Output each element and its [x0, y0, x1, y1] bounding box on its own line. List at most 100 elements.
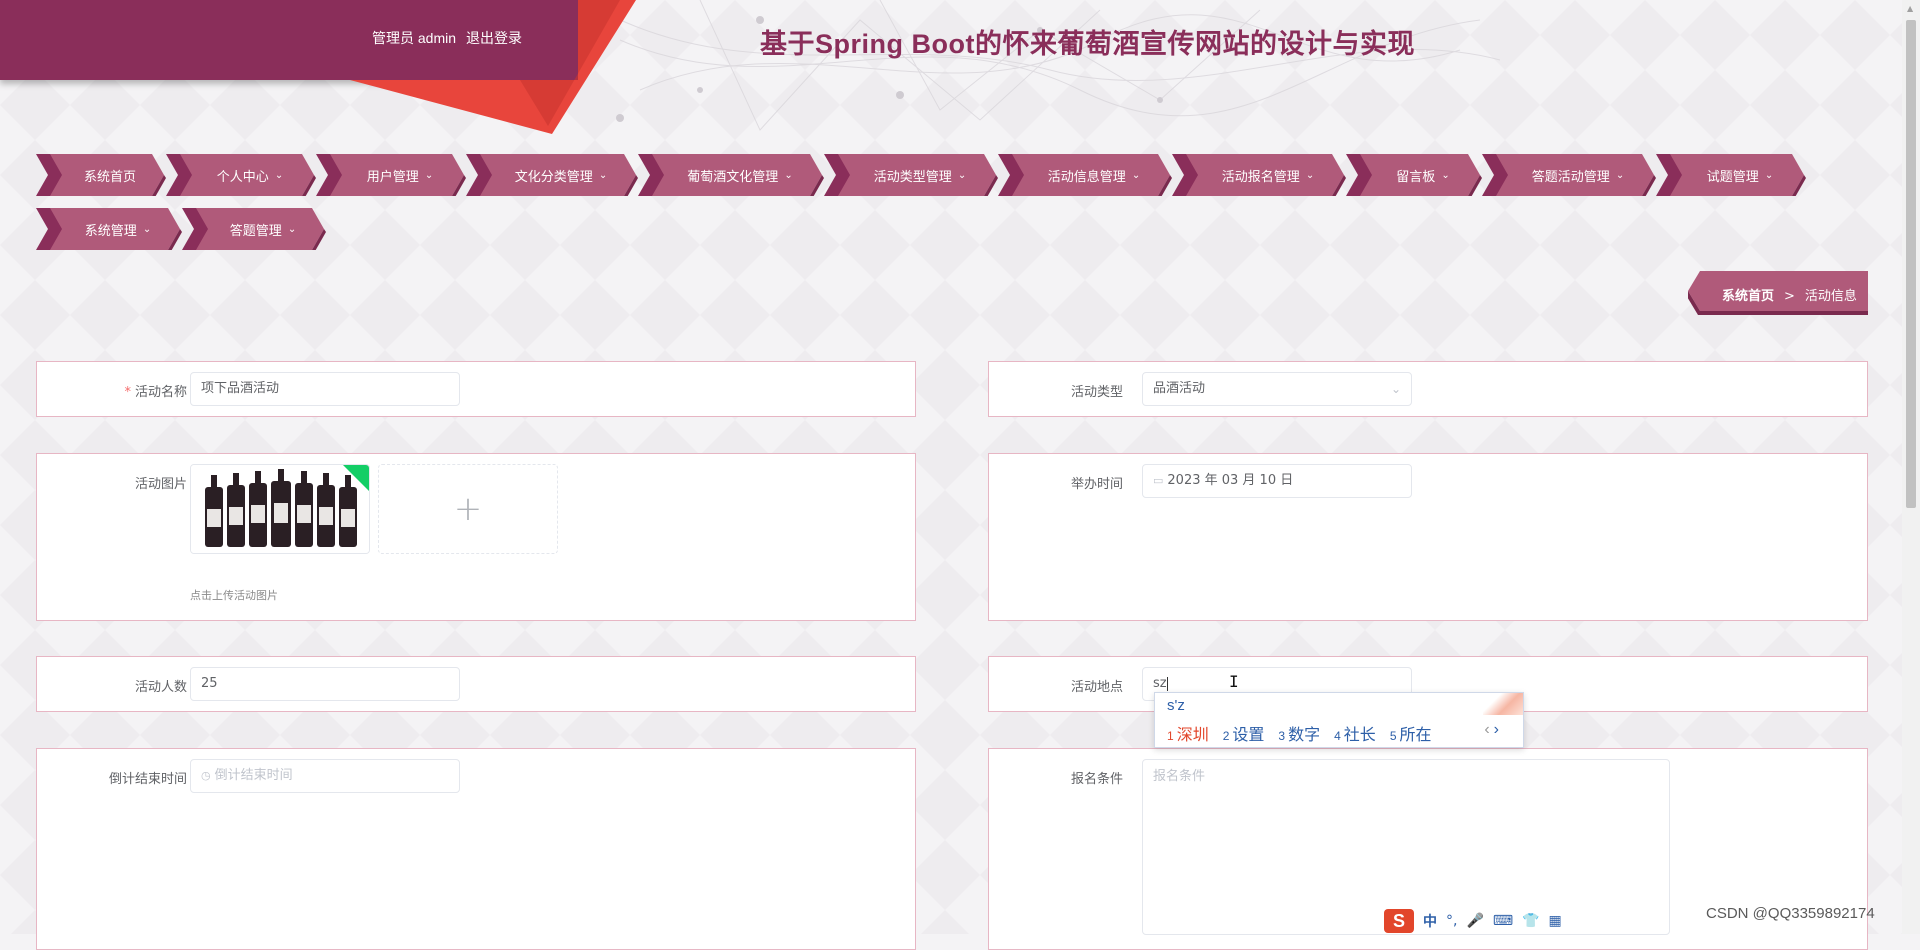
chevron-down-icon: ⌄ — [957, 169, 967, 181]
activity-image-label: 活动图片 — [134, 477, 187, 492]
nav-item-label: 系统首页 — [83, 169, 136, 185]
nav-item-quiz[interactable]: 答题管理 ⌄ — [182, 208, 326, 250]
signup-conditions-placeholder: 报名条件 — [1153, 769, 1206, 784]
uploaded-image-thumbnail[interactable] — [190, 464, 370, 554]
nav-item-culture-category[interactable]: 文化分类管理 ⌄ — [466, 154, 638, 196]
keyboard-icon[interactable]: ⌨ — [1493, 913, 1513, 929]
countdown-label: 倒计结束时间 — [108, 772, 187, 787]
chevron-down-icon: ⌄ — [598, 169, 608, 181]
countdown-placeholder: 倒计结束时间 — [214, 768, 293, 783]
event-time-label: 举办时间 — [1070, 477, 1123, 492]
scrollbar-thumb[interactable] — [1906, 20, 1916, 508]
nav-item-label: 文化分类管理 — [514, 169, 593, 185]
chevron-down-icon: ⌄ — [424, 169, 434, 181]
chevron-down-icon: ⌄ — [784, 169, 793, 181]
user-info: 管理员 admin 退出登录 — [372, 28, 532, 48]
nav-item-label: 系统管理 — [84, 223, 137, 239]
clock-icon: ◷ — [201, 769, 211, 782]
chevron-down-icon: ⌄ — [1615, 169, 1625, 181]
wine-bottles-image — [191, 465, 369, 553]
nav-item-wine-culture[interactable]: 葡萄酒文化管理 ⌄ — [638, 154, 824, 196]
event-time-value: 2023 年 03 月 10 日 — [1167, 473, 1294, 488]
chevron-down-icon: ⌄ — [287, 223, 297, 235]
nav-item-message-board[interactable]: 留言板 ⌄ — [1346, 154, 1482, 196]
nav-item-label: 试题管理 — [1706, 169, 1759, 185]
breadcrumb: 系统首页 > 活动信息 — [1688, 271, 1868, 315]
activity-name-input[interactable]: 项下品酒活动 — [190, 372, 460, 406]
chevron-down-icon: ⌄ — [1305, 169, 1315, 181]
nav-item-questions[interactable]: 试题管理 ⌄ — [1656, 154, 1806, 196]
header-accent-shape — [350, 0, 636, 134]
skin-icon[interactable]: 👕 — [1522, 913, 1539, 929]
ime-toolbar: S 中 °, 🎤 ⌨ 👕 ▦ — [1384, 909, 1562, 933]
nav-item-home[interactable]: 系统首页 — [36, 154, 166, 196]
chevron-down-icon: ⌄ — [274, 169, 284, 181]
activity-image-row: 活动图片 + 点击上传活动图片 — [36, 453, 916, 621]
logout-link[interactable]: 退出登录 — [466, 30, 522, 46]
toolbox-icon[interactable]: ▦ — [1549, 913, 1562, 929]
ime-language-toggle[interactable]: 中 — [1423, 911, 1437, 931]
event-time-picker[interactable]: ▭ 2023 年 03 月 10 日 — [1142, 464, 1412, 498]
ime-candidate[interactable]: 2 设置 — [1223, 727, 1265, 744]
required-mark: * — [124, 385, 131, 400]
countdown-end-picker[interactable]: ◷ 倒计结束时间 — [190, 759, 460, 793]
countdown-row: 倒计结束时间 ◷ 倒计结束时间 — [36, 748, 916, 950]
signup-conditions-label: 报名条件 — [1070, 772, 1123, 787]
ime-decoration — [1483, 693, 1523, 715]
sogou-logo-icon[interactable]: S — [1384, 909, 1414, 933]
page-scrollbar[interactable]: ▲ — [1902, 0, 1920, 934]
chevron-down-icon: ⌄ — [1131, 169, 1141, 181]
nav-item-label: 用户管理 — [366, 169, 419, 185]
nav-item-activity-signup[interactable]: 活动报名管理 ⌄ — [1172, 154, 1346, 196]
ime-prev-page-icon[interactable]: ‹ — [1484, 721, 1489, 738]
breadcrumb-current: 活动信息 — [1804, 289, 1857, 304]
event-time-row: 举办时间 ▭ 2023 年 03 月 10 日 — [988, 453, 1868, 621]
nav-item-activity-info[interactable]: 活动信息管理 ⌄ — [998, 154, 1172, 196]
nav-item-label: 葡萄酒文化管理 — [687, 169, 779, 185]
nav-item-profile[interactable]: 个人中心 ⌄ — [166, 154, 316, 196]
activity-name-label-text: 活动名称 — [134, 385, 187, 400]
activity-name-label: * 活动名称 — [67, 381, 187, 400]
add-image-button[interactable]: + — [378, 464, 558, 554]
nav-item-system[interactable]: 系统管理 ⌄ — [36, 208, 182, 250]
chevron-down-icon: ⌄ — [1764, 169, 1774, 181]
ime-pinyin: s'z — [1167, 697, 1185, 714]
upload-hint: 点击上传活动图片 — [190, 589, 278, 602]
site-title: 基于Spring Boot的怀来葡萄酒宣传网站的设计与实现 — [760, 29, 1415, 59]
activity-type-label: 活动类型 — [1070, 385, 1123, 400]
nav-item-label: 留言板 — [1396, 169, 1436, 185]
scroll-up-icon[interactable]: ▲ — [1907, 4, 1913, 13]
ime-candidate[interactable]: 5 所在 — [1390, 727, 1432, 744]
activity-type-select[interactable]: 品酒活动 ⌄ — [1142, 372, 1412, 406]
breadcrumb-home[interactable]: 系统首页 — [1722, 289, 1774, 304]
nav-item-quiz-activity[interactable]: 答题活动管理 ⌄ — [1482, 154, 1656, 196]
nav-item-label: 活动报名管理 — [1221, 169, 1300, 185]
chevron-down-icon: ⌄ — [1390, 382, 1401, 396]
nav-item-activity-type[interactable]: 活动类型管理 ⌄ — [824, 154, 998, 196]
user-role-label: 管理员 admin — [372, 30, 457, 46]
ime-next-page-icon[interactable]: › — [1494, 721, 1499, 738]
nav-item-label: 个人中心 — [216, 169, 269, 185]
activity-type-value: 品酒活动 — [1153, 381, 1206, 396]
chevron-down-icon: ⌄ — [142, 223, 152, 235]
location-label: 活动地点 — [1070, 680, 1123, 695]
nav-item-label: 活动信息管理 — [1047, 169, 1126, 185]
ime-candidate[interactable]: 1 深圳 — [1167, 727, 1209, 744]
headcount-input[interactable]: 25 — [190, 667, 460, 701]
ime-candidate-window: s'z 1 深圳 2 设置 3 数字 4 社长 5 所在 ‹ › — [1154, 692, 1524, 748]
calendar-icon: ▭ — [1153, 474, 1164, 487]
text-cursor-icon: I — [1229, 672, 1239, 691]
nav-item-users[interactable]: 用户管理 ⌄ — [316, 154, 466, 196]
nav-item-label: 活动类型管理 — [873, 169, 952, 185]
ime-candidate[interactable]: 4 社长 — [1334, 727, 1376, 744]
activity-name-row: * 活动名称 项下品酒活动 — [36, 361, 916, 417]
text-caret — [1166, 676, 1168, 691]
chevron-down-icon: ⌄ — [1441, 169, 1450, 181]
nav-item-label: 答题活动管理 — [1531, 169, 1610, 185]
headcount-row: 活动人数 25 — [36, 656, 916, 712]
headcount-label: 活动人数 — [134, 680, 187, 695]
breadcrumb-separator: > — [1784, 289, 1795, 304]
ime-punctuation-icon[interactable]: °, — [1446, 913, 1457, 929]
ime-candidate[interactable]: 3 数字 — [1278, 727, 1320, 744]
microphone-icon[interactable]: 🎤 — [1466, 913, 1483, 929]
